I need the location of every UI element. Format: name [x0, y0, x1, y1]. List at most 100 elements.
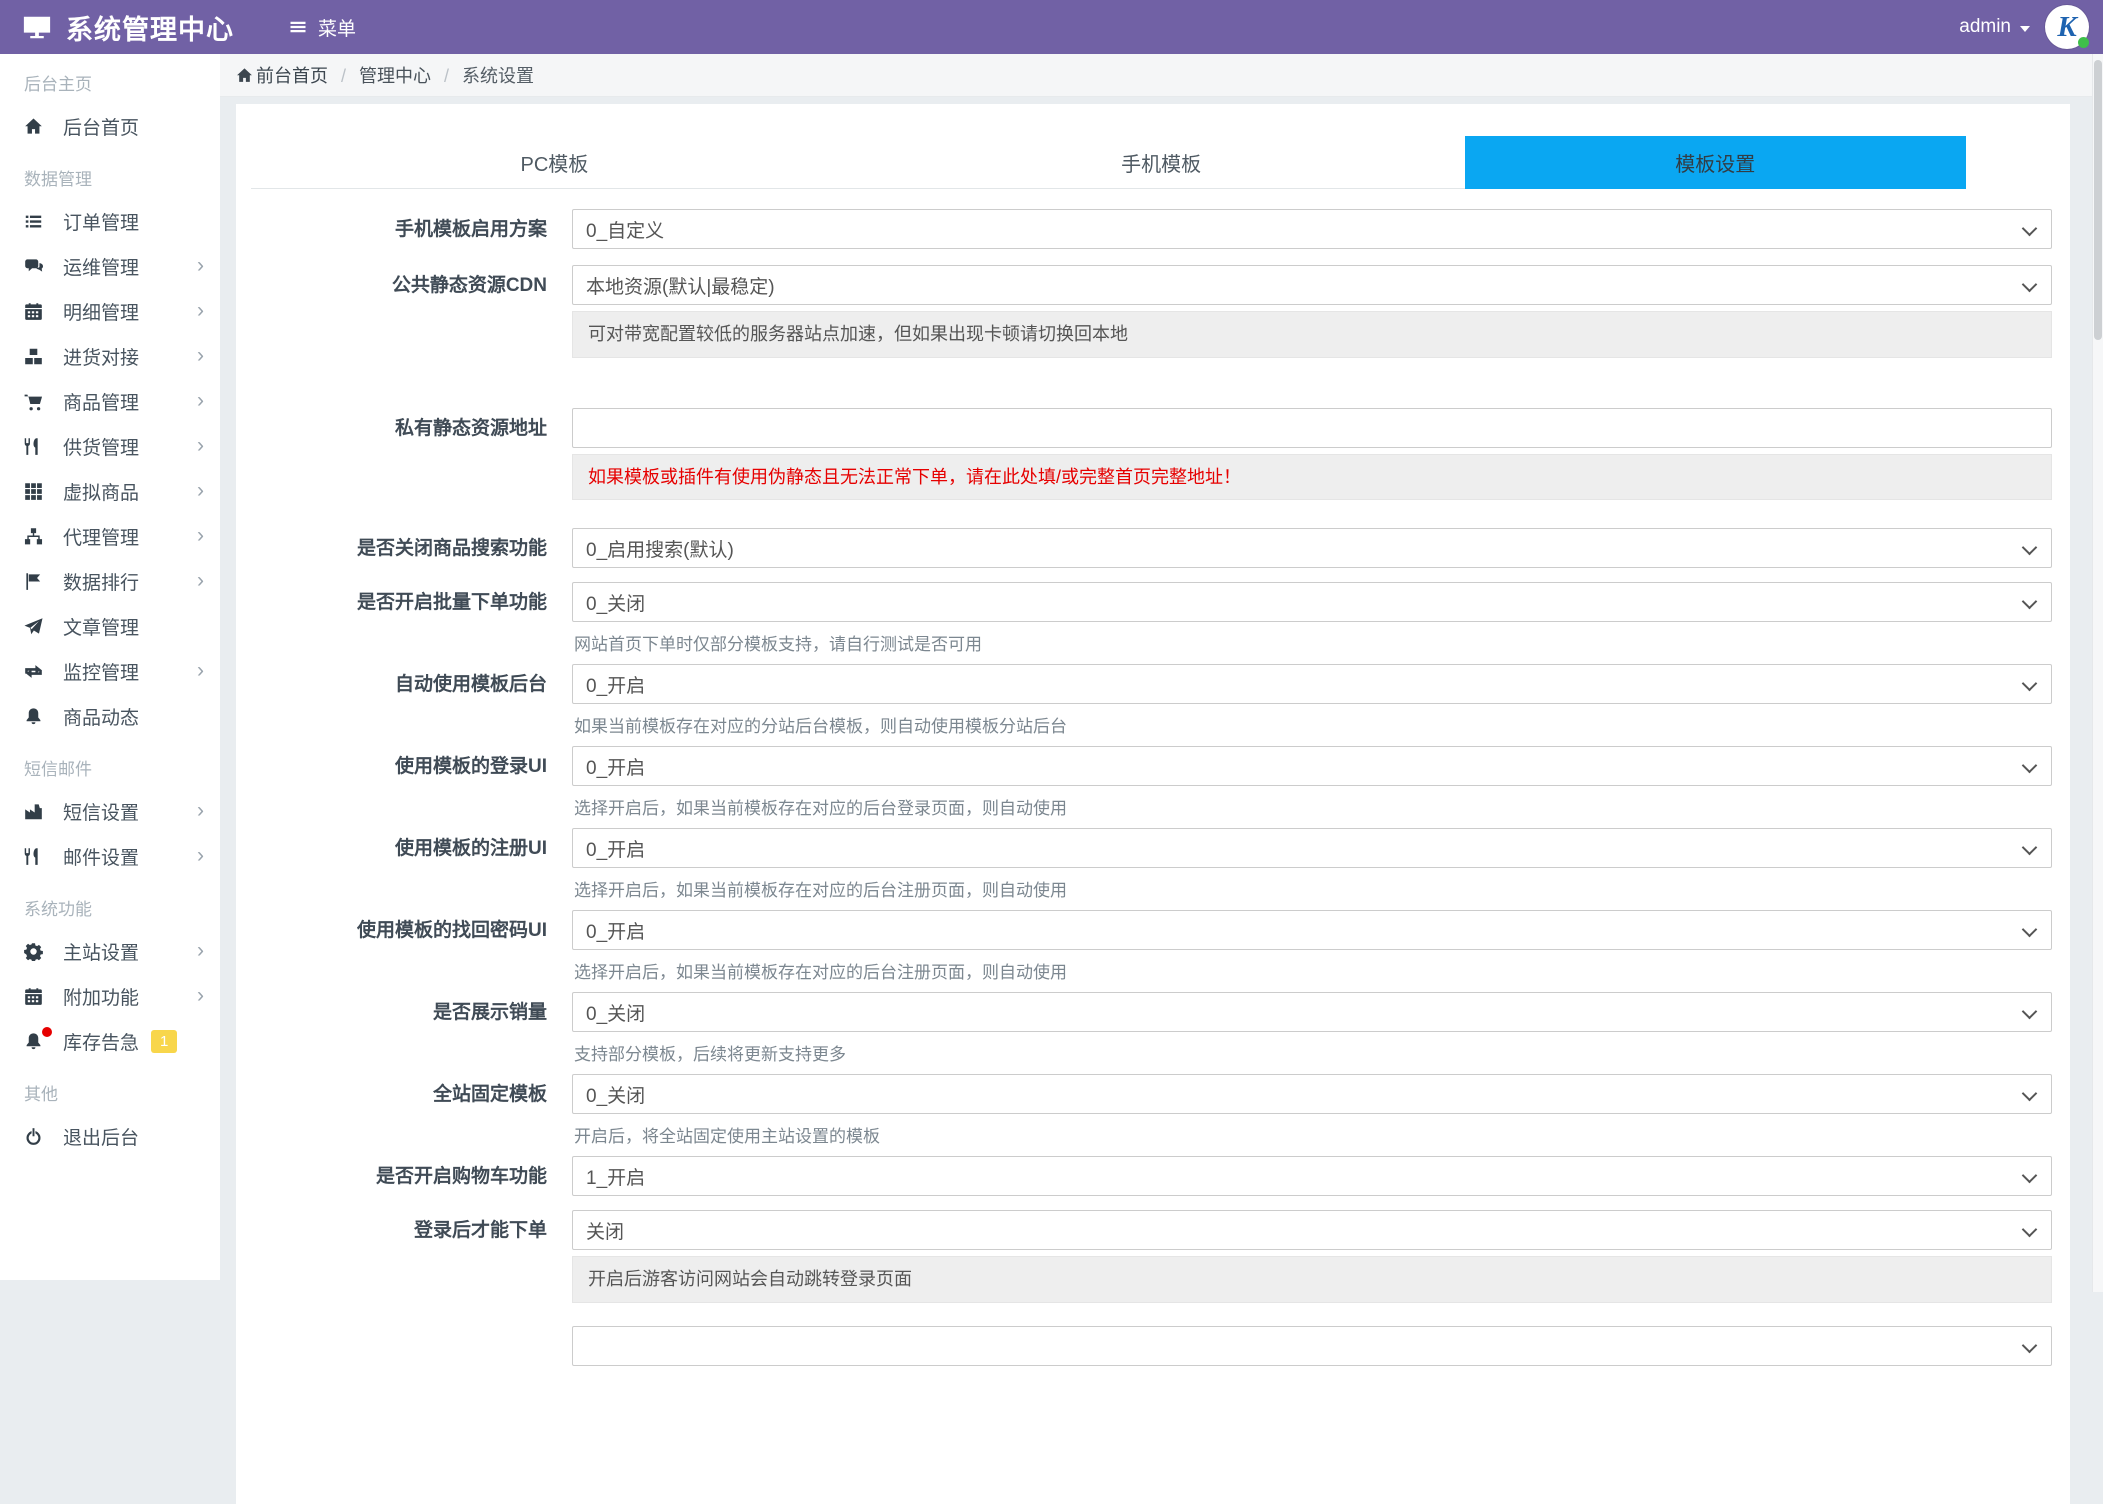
chevron-right-icon: ›: [197, 523, 204, 547]
sidebar-item-label: 虚拟商品: [63, 483, 140, 504]
sidebar-item[interactable]: 附加功能 ›: [0, 974, 220, 1019]
field-control: 本地资源(默认|最稳定) 可对带宽配置较低的服务器站点加速，但如果出现卡顿请切换回…: [572, 265, 2052, 358]
top-navbar: 系统管理中心 菜单 admin K: [0, 0, 2103, 54]
field-label: 使用模板的找回密码UI: [356, 920, 547, 942]
gear-icon: [24, 942, 48, 961]
form-row: 自动使用模板后台 0_开启 如果当前模板存在对应的分站后台模板，则自动使用模板分站后…: [236, 664, 2052, 737]
select-field[interactable]: 本地资源(默认|最稳定): [572, 265, 2052, 305]
sidebar-item[interactable]: 供货管理 ›: [0, 424, 220, 469]
form-row: 手机模板启用方案 0_自定义: [236, 209, 2052, 249]
sidebar-section-label: 其他: [24, 1085, 58, 1104]
breadcrumb-home[interactable]: 前台首页: [236, 62, 328, 88]
tab[interactable]: 手机模板: [858, 136, 1465, 189]
cart-icon: [24, 392, 48, 411]
select-field[interactable]: 0_开启: [572, 746, 2052, 787]
text-input[interactable]: [572, 407, 2052, 448]
select-value: 关闭: [586, 1221, 625, 1243]
app-brand[interactable]: 系统管理中心: [0, 8, 262, 47]
sidebar-item[interactable]: 邮件设置 ›: [0, 834, 220, 879]
caret-down-icon: [2020, 25, 2030, 32]
sidebar-item[interactable]: 商品管理 ›: [0, 379, 220, 424]
chevron-right-icon: ›: [197, 568, 204, 592]
sidebar-item[interactable]: 商品动态: [0, 694, 220, 739]
sidebar-item[interactable]: 短信设置 ›: [0, 789, 220, 834]
sidebar-item[interactable]: 运维管理 ›: [0, 244, 220, 289]
select-field[interactable]: 0_开启: [572, 910, 2052, 951]
field-control: 0_开启 选择开启后，如果当前模板存在对应的后台登录页面，则自动使用: [572, 746, 2052, 819]
chevron-right-icon: ›: [197, 298, 204, 322]
chevron-right-icon: ›: [197, 938, 204, 962]
chevron-right-icon: ›: [197, 478, 204, 502]
sidebar-item[interactable]: 虚拟商品 ›: [0, 469, 220, 514]
field-help-text: 如果模板或插件有使用伪静态且无法正常下单，请在此处填/或完整首页完整地址！: [572, 453, 2052, 501]
breadcrumb-item[interactable]: 管理中心: [359, 66, 431, 86]
field-control: 0_开启 如果当前模板存在对应的分站后台模板，则自动使用模板分站后台: [572, 664, 2052, 737]
field-help-text: 支持部分模板，后续将更新支持更多: [574, 1045, 846, 1065]
chevron-right-icon: ›: [197, 253, 204, 277]
field-label: 是否开启购物车功能: [375, 1166, 547, 1188]
sidebar-item[interactable]: 明细管理 ›: [0, 289, 220, 334]
sidebar-item-label: 短信设置: [63, 803, 140, 824]
field-control: 0_关闭 开启后，将全站固定使用主站设置的模板: [572, 1074, 2052, 1147]
breadcrumb-home-label: 前台首页: [256, 66, 328, 86]
select-value: 本地资源(默认|最稳定): [586, 276, 775, 298]
sidebar-item[interactable]: 进货对接 ›: [0, 334, 220, 379]
cutlery-icon: [24, 847, 48, 866]
select-field[interactable]: 0_关闭: [572, 582, 2052, 623]
sidebar-item[interactable]: 数据排行 ›: [0, 559, 220, 604]
select-value: 0_自定义: [586, 220, 665, 242]
select-field[interactable]: 0_关闭: [572, 992, 2052, 1033]
sidebar-item-label: 后台首页: [63, 118, 140, 139]
breadcrumb-separator: /: [444, 66, 450, 86]
select-field[interactable]: 关闭: [572, 1210, 2052, 1251]
sidebar-item[interactable]: 文章管理: [0, 604, 220, 649]
sidebar-item[interactable]: 库存告急 1: [0, 1019, 220, 1064]
vertical-scrollbar[interactable]: [2092, 54, 2103, 1292]
sidebar-item-label: 代理管理: [63, 528, 140, 549]
factory-icon: [24, 802, 48, 821]
field-help-text: 网站首页下单时仅部分模板支持，请自行测试是否可用: [574, 635, 982, 655]
form-row: 使用模板的注册UI 0_开启 选择开启后，如果当前模板存在对应的后台注册页面，则自动…: [236, 828, 2052, 901]
select-value: 0_关闭: [586, 1003, 646, 1025]
menu-toggle[interactable]: 菜单: [288, 14, 356, 41]
sidebar-item-label: 供货管理: [63, 438, 140, 459]
select-field[interactable]: 0_开启: [572, 828, 2052, 869]
select-field[interactable]: 0_开启: [572, 664, 2052, 705]
user-menu[interactable]: admin: [1959, 16, 2030, 38]
form-row: 私有静态资源地址如果模板或插件有使用伪静态且无法正常下单，请在此处填/或完整首页…: [236, 407, 2052, 501]
tab[interactable]: 模板设置: [1464, 136, 1966, 189]
field-label: 使用模板的注册UI: [394, 838, 547, 860]
tab[interactable]: PC模板: [251, 136, 858, 189]
scrollbar-thumb[interactable]: [2094, 60, 2102, 340]
field-label: 使用模板的登录UI: [394, 756, 547, 778]
sidebar-item[interactable]: 退出后台: [0, 1114, 220, 1159]
online-status-dot: [2078, 37, 2089, 48]
sidebar-item-label: 商品管理: [63, 393, 140, 414]
menu-toggle-label: 菜单: [318, 18, 357, 40]
select-field[interactable]: 0_关闭: [572, 1074, 2052, 1115]
select-field[interactable]: 1_开启: [572, 1156, 2052, 1197]
sidebar-item[interactable]: 后台首页: [0, 104, 220, 149]
field-label: 私有静态资源地址: [394, 417, 547, 439]
sidebar-item-label: 退出后台: [63, 1128, 140, 1149]
avatar[interactable]: K: [2045, 5, 2089, 49]
chevron-right-icon: ›: [197, 798, 204, 822]
field-label: 是否展示销量: [432, 1002, 547, 1024]
sidebar-item[interactable]: 代理管理 ›: [0, 514, 220, 559]
sidebar-item-label: 监控管理: [63, 663, 140, 684]
sidebar-section-label: 系统功能: [24, 900, 92, 919]
select-field[interactable]: 0_自定义: [572, 209, 2052, 249]
sidebar-item-label: 库存告急: [63, 1033, 140, 1054]
select-value: 0_关闭: [586, 593, 646, 615]
select-value: 0_开启: [586, 675, 646, 697]
select-field[interactable]: [572, 1326, 2052, 1367]
field-label: [236, 1326, 572, 1366]
sidebar-item[interactable]: 订单管理: [0, 199, 220, 244]
chevron-right-icon: ›: [197, 983, 204, 1007]
sidebar-item[interactable]: 监控管理 ›: [0, 649, 220, 694]
select-field[interactable]: 0_启用搜索(默认): [572, 528, 2052, 569]
sidebar-item[interactable]: 主站设置 ›: [0, 929, 220, 974]
form-row: 是否展示销量 0_关闭支持部分模板，后续将更新支持更多: [236, 992, 2052, 1065]
sidebar-item-label: 主站设置: [63, 943, 140, 964]
sidebar-item-label: 商品动态: [63, 708, 140, 729]
